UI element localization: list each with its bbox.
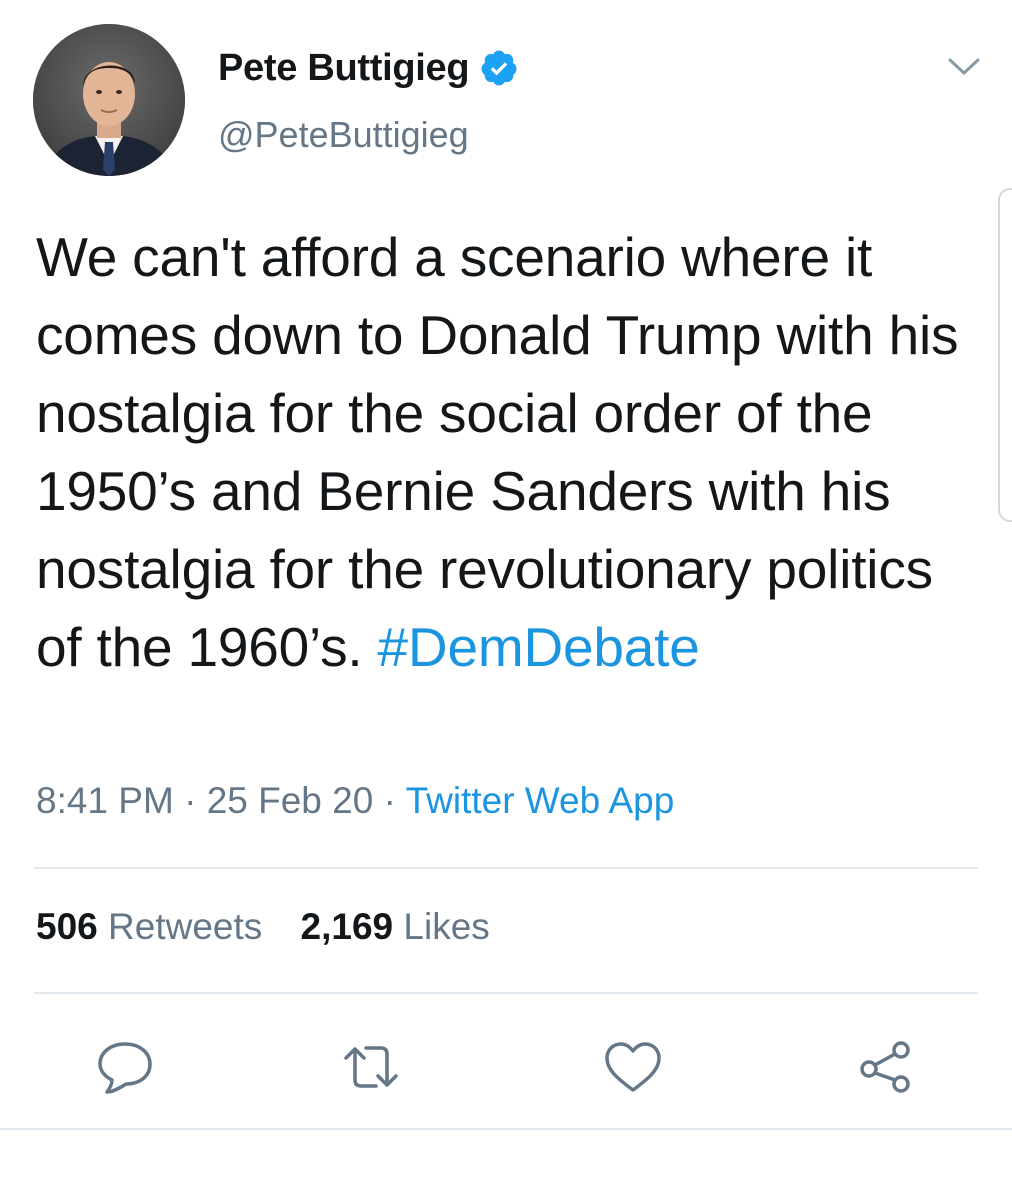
hashtag-link[interactable]: #DemDebate [378, 616, 700, 678]
reply-button[interactable] [90, 1032, 160, 1102]
likes-stat[interactable]: 2,169 Likes [301, 906, 490, 948]
divider [34, 867, 978, 869]
retweets-label: Retweets [108, 906, 263, 947]
tweet-stats: 506 Retweets 2,169 Likes [36, 906, 490, 948]
author-name[interactable]: Pete Buttigieg [218, 47, 470, 90]
action-bar [0, 1032, 1012, 1102]
divider [34, 992, 978, 994]
retweet-button[interactable] [336, 1032, 406, 1102]
meta-separator: · [184, 780, 197, 821]
tweet-meta: 8:41 PM · 25 Feb 20 · Twitter Web App [36, 780, 674, 822]
tweet-body: We can't afford a scenario where it come… [36, 226, 959, 678]
tweet-source-link[interactable]: Twitter Web App [406, 780, 675, 821]
avatar-image [33, 24, 185, 176]
heart-icon [605, 1042, 661, 1092]
tweet-text: We can't afford a scenario where it come… [36, 218, 966, 686]
reply-icon [98, 1042, 152, 1094]
chevron-down-icon[interactable] [944, 52, 984, 80]
meta-separator: · [383, 780, 396, 821]
share-icon [860, 1041, 910, 1093]
author-handle[interactable]: @PeteButtigieg [218, 114, 469, 156]
author-name-row[interactable]: Pete Buttigieg [218, 42, 519, 94]
share-button[interactable] [850, 1032, 920, 1102]
tweet-time[interactable]: 8:41 PM [36, 780, 174, 821]
retweets-stat[interactable]: 506 Retweets [36, 906, 262, 948]
likes-label: Likes [403, 906, 490, 947]
retweet-icon [344, 1046, 398, 1088]
avatar[interactable] [33, 24, 185, 176]
like-button[interactable] [598, 1032, 668, 1102]
retweets-count: 506 [36, 906, 98, 947]
scrollbar-edge [998, 188, 1012, 522]
likes-count: 2,169 [300, 906, 394, 947]
tweet-date[interactable]: 25 Feb 20 [207, 780, 374, 821]
verified-badge-icon [479, 48, 519, 88]
divider [0, 1128, 1012, 1130]
